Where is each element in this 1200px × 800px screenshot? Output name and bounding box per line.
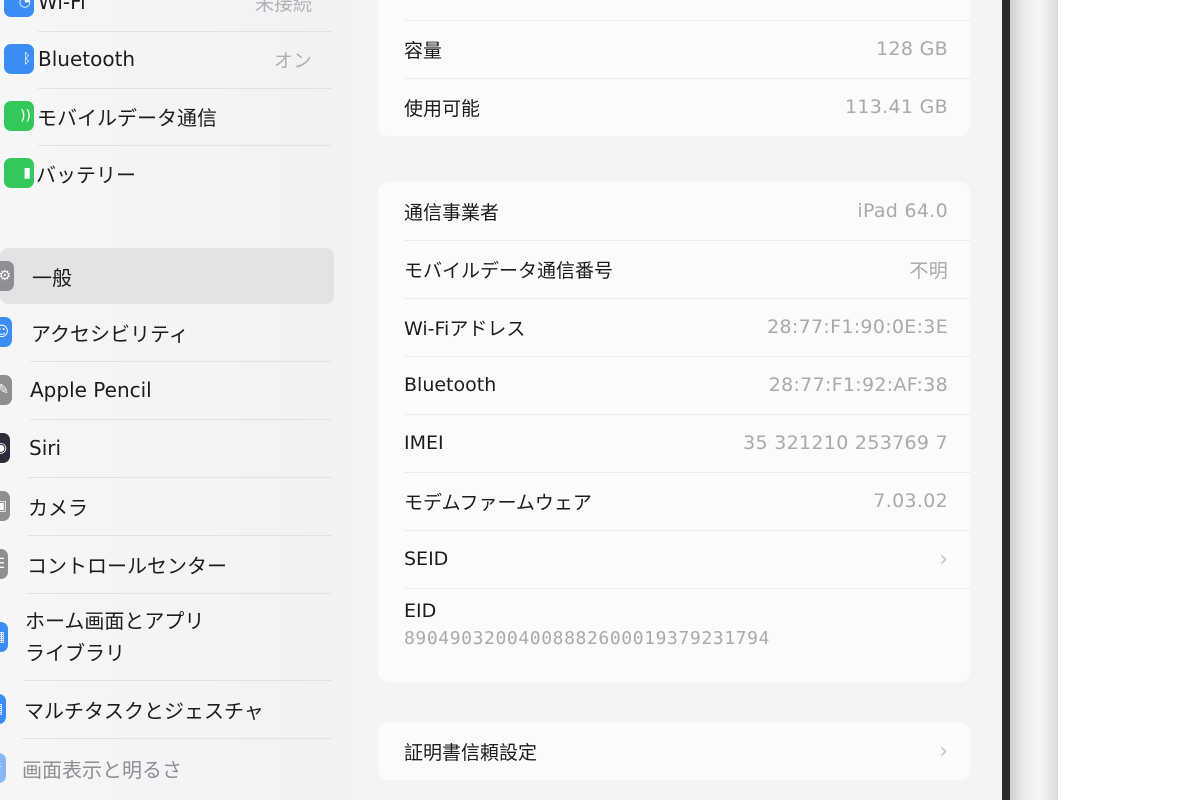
- storage-group: 容量 128 GB 使用可能 113.41 GB: [378, 0, 970, 136]
- sidebar-item-control-center[interactable]: ☰ コントロールセンター: [0, 536, 334, 592]
- carrier-value: iPad 64.0: [857, 200, 948, 222]
- pencil-icon: ✎: [0, 375, 12, 405]
- capacity-value: 128 GB: [876, 38, 948, 60]
- mobile-number-row: モバイルデータ通信番号 不明: [378, 240, 970, 298]
- device-frame: [1010, 0, 1058, 800]
- sidebar-item-label: 画面表示と明るさ: [22, 757, 182, 782]
- screen-edge: [1002, 0, 1010, 800]
- sidebar-item-siri[interactable]: ◉ Siri: [0, 420, 334, 476]
- sidebar-item-label: カメラ: [28, 495, 88, 520]
- network-info-group: 通信事業者 iPad 64.0 モバイルデータ通信番号 不明 Wi-Fiアドレス…: [378, 182, 970, 682]
- sidebar-item-multitask[interactable]: ▤ マルチタスクとジェスチャ: [0, 681, 334, 737]
- sidebar-item-label-line2: ライブラリ: [25, 641, 125, 665]
- chevron-right-icon: ›: [939, 738, 948, 764]
- eid-row: EID 89049032004008882600019379231794: [404, 600, 948, 649]
- capacity-label: 容量: [404, 39, 443, 62]
- carrier-row: 通信事業者 iPad 64.0: [378, 182, 970, 240]
- sidebar-item-label: Apple Pencil: [30, 378, 152, 402]
- capacity-row: 容量 128 GB: [378, 20, 970, 78]
- sidebar-item-accessibility[interactable]: ☺ アクセシビリティ: [0, 304, 334, 360]
- available-label: 使用可能: [404, 97, 481, 120]
- antenna-icon: )): [4, 101, 34, 131]
- sidebar-item-label: マルチタスクとジェスチャ: [24, 698, 264, 723]
- available-value: 113.41 GB: [845, 96, 948, 118]
- sidebar-item-label: Wi-Fi: [38, 0, 86, 14]
- sidebar-item-wifi[interactable]: ◔ Wi-Fi 未接続: [4, 0, 332, 30]
- sidebar-item-apple-pencil[interactable]: ✎ Apple Pencil: [0, 362, 334, 418]
- eid-value: 89049032004008882600019379231794: [404, 628, 770, 649]
- control-center-icon: ☰: [0, 549, 8, 579]
- bluetooth-address-label: Bluetooth: [404, 374, 497, 396]
- sidebar-item-label-line1: ホーム画面とアプリ: [25, 609, 205, 633]
- sidebar-item-home-screen[interactable]: ▦ ホーム画面とアプリ ライブラリ: [0, 596, 334, 678]
- cert-trust-row[interactable]: 証明書信頼設定 ›: [378, 722, 970, 780]
- accessibility-icon: ☺: [0, 317, 12, 347]
- gear-icon: ⚙: [0, 261, 14, 291]
- wifi-address-row: Wi-Fiアドレス 28:77:F1:90:0E:3E: [378, 298, 970, 356]
- available-row: 使用可能 113.41 GB: [378, 78, 970, 136]
- bluetooth-status: オン: [273, 49, 312, 72]
- bluetooth-address-row: Bluetooth 28:77:F1:92:AF:38: [378, 356, 970, 414]
- chevron-right-icon: ›: [939, 546, 948, 572]
- sidebar-item-label: バッテリー: [36, 162, 136, 187]
- settings-sidebar: ◔ Wi-Fi 未接続 ᛒ Bluetooth オン )) モバイルデータ通信 …: [0, 0, 353, 800]
- wifi-address-label: Wi-Fiアドレス: [404, 317, 526, 340]
- sidebar-item-bluetooth[interactable]: ᛒ Bluetooth オン: [4, 31, 332, 87]
- sidebar-item-mobile-data[interactable]: )) モバイルデータ通信: [4, 88, 332, 144]
- imei-label: IMEI: [404, 432, 444, 454]
- multitask-icon: ▤: [0, 694, 6, 724]
- home-screen-icon: ▦: [0, 622, 8, 652]
- mobile-number-value: 不明: [909, 259, 948, 282]
- imei-value: 35 321210 253769 7: [743, 432, 948, 454]
- sidebar-item-camera[interactable]: ▣ カメラ: [0, 478, 334, 534]
- eid-label: EID: [404, 600, 437, 622]
- sidebar-item-label: 一般: [32, 265, 72, 290]
- cert-trust-group: 証明書信頼設定 ›: [378, 722, 970, 780]
- carrier-label: 通信事業者: [404, 201, 500, 224]
- sidebar-item-display[interactable]: ☀ 画面表示と明るさ: [0, 740, 334, 796]
- bluetooth-icon: ᛒ: [4, 44, 34, 74]
- sidebar-item-label: コントロールセンター: [27, 553, 227, 578]
- wifi-address-value: 28:77:F1:90:0E:3E: [767, 316, 948, 338]
- siri-icon: ◉: [0, 433, 10, 463]
- modem-firmware-label: モデムファームウェア: [404, 491, 592, 514]
- sidebar-item-label: モバイルデータ通信: [37, 105, 217, 130]
- sidebar-item-label: Siri: [29, 436, 62, 460]
- sidebar-item-label: アクセシビリティ: [31, 321, 189, 346]
- sidebar-item-label: Bluetooth: [38, 47, 136, 71]
- wifi-icon: ◔: [4, 0, 34, 17]
- modem-firmware-row: モデムファームウェア 7.03.02: [378, 472, 970, 530]
- battery-icon: ▮: [4, 158, 34, 188]
- seid-row[interactable]: SEID ›: [378, 530, 970, 588]
- about-detail-pane: 容量 128 GB 使用可能 113.41 GB 通信事業者 iPad 64.0…: [352, 0, 1002, 800]
- bluetooth-address-value: 28:77:F1:92:AF:38: [768, 374, 948, 396]
- sidebar-item-battery[interactable]: ▮ バッテリー: [4, 145, 332, 201]
- wifi-status: 未接続: [254, 0, 312, 15]
- sidebar-item-general[interactable]: ⚙ 一般: [0, 248, 334, 304]
- seid-label: SEID: [404, 548, 449, 570]
- photo-backdrop: [1058, 0, 1200, 800]
- cert-trust-label: 証明書信頼設定: [404, 741, 538, 764]
- mobile-number-label: モバイルデータ通信番号: [404, 259, 614, 282]
- camera-icon: ▣: [0, 491, 10, 521]
- display-icon: ☀: [0, 753, 6, 783]
- modem-firmware-value: 7.03.02: [873, 490, 948, 512]
- imei-row: IMEI 35 321210 253769 7: [378, 414, 970, 472]
